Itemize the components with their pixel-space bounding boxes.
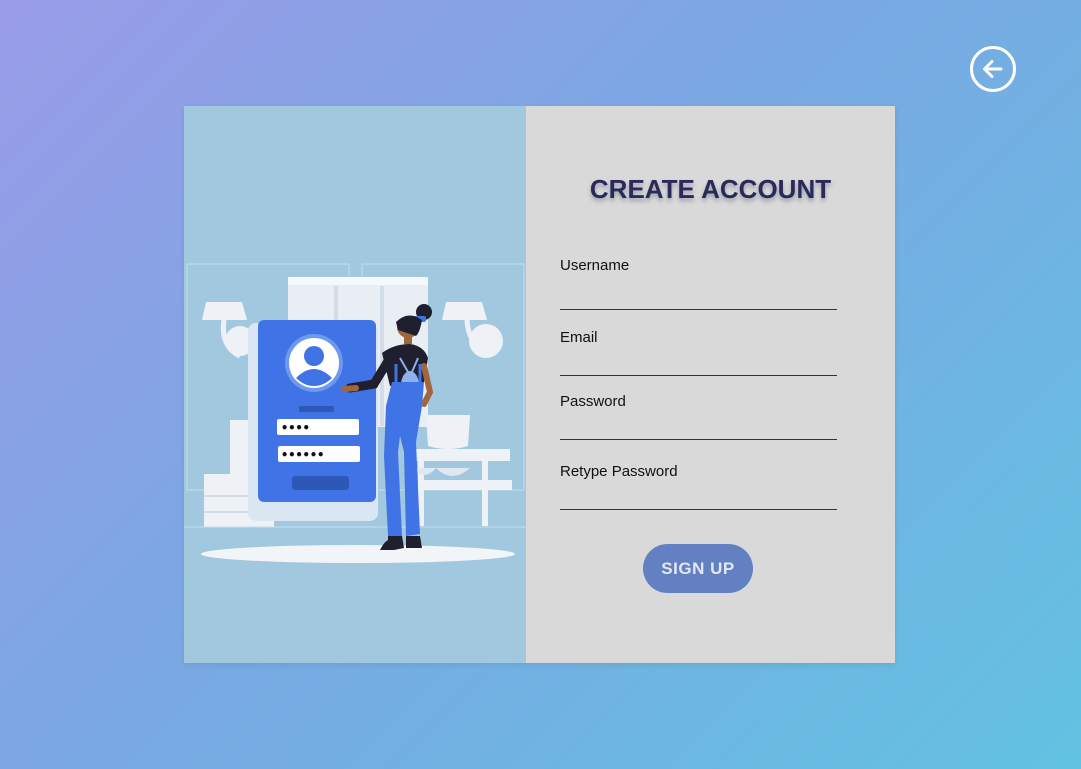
pin-mask-long: •••••• [281,448,324,462]
retype-password-input[interactable] [560,486,837,510]
pin-mask-short: •••• [281,421,310,435]
password-input[interactable] [560,416,837,440]
signup-illustration: •••• •••••• [184,263,526,563]
sign-up-button[interactable]: SIGN UP [643,544,753,593]
illustration-panel: •••• •••••• [184,106,526,663]
retype-password-field-group: Retype Password [560,463,837,510]
email-label: Email [560,329,598,346]
password-label: Password [560,393,626,410]
username-input[interactable] [560,280,837,310]
signup-card: •••• •••••• CREATE ACCOUNT Username Emai… [184,106,895,663]
arrow-left-circle-icon [970,46,1016,92]
password-field-group: Password [560,393,837,440]
signup-form: CREATE ACCOUNT Username Email Password R… [526,106,895,663]
username-label: Username [560,257,630,274]
back-button[interactable] [970,46,1016,92]
username-field-group: Username [560,257,837,310]
email-field-group: Email [560,329,837,376]
form-title: CREATE ACCOUNT [589,174,832,204]
retype-password-label: Retype Password [560,463,678,480]
email-input[interactable] [560,352,837,376]
